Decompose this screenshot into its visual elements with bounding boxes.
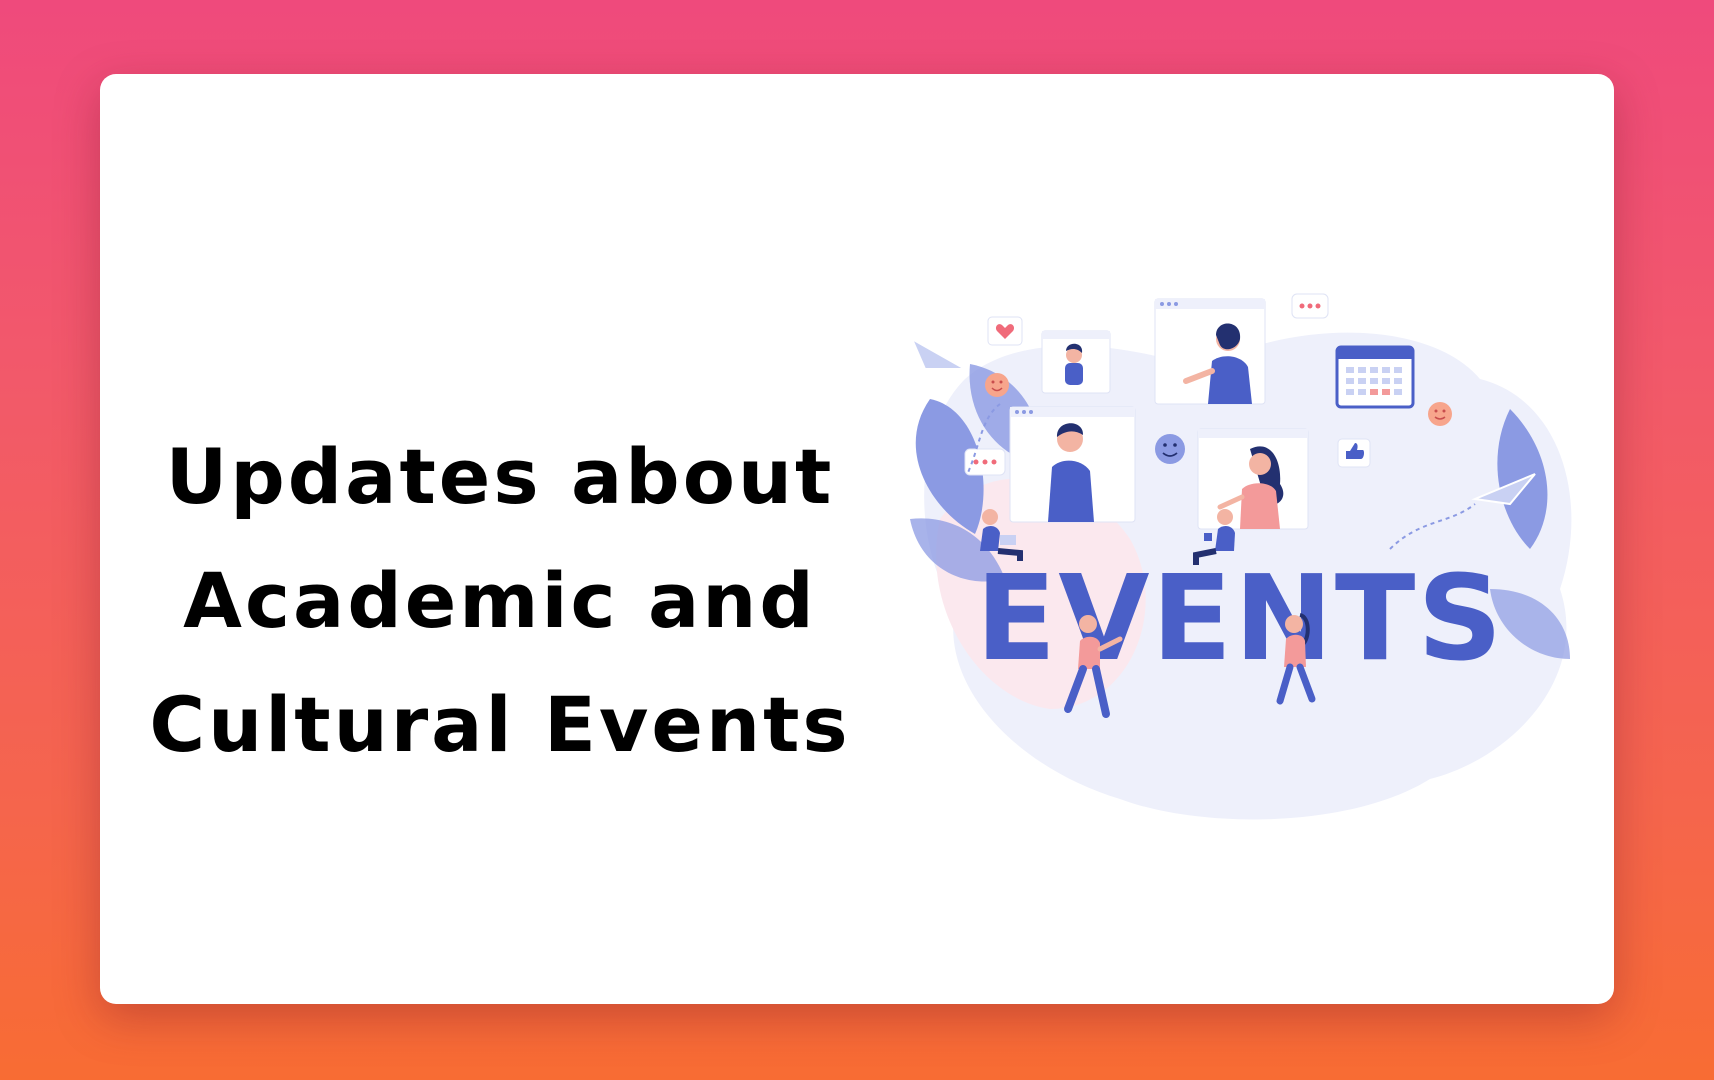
chat-bubble-icon [964, 448, 1006, 476]
headline-line-3: Cultural Events [149, 679, 851, 769]
video-window-2 [1154, 298, 1266, 405]
video-window-1 [1041, 330, 1111, 394]
heart-icon [987, 316, 1023, 346]
headline-line-1: Updates about [165, 431, 835, 521]
thumbs-up-icon [1337, 438, 1371, 468]
headline: Updates about Academic and Cultural Even… [120, 415, 880, 787]
calendar-icon [1335, 345, 1415, 409]
chat-bubble-icon [1291, 293, 1329, 319]
smiley-icon [1155, 434, 1185, 464]
video-window-4 [1197, 428, 1309, 530]
headline-line-2: Academic and [183, 555, 817, 645]
smiley-icon [1428, 402, 1452, 426]
content-card: Updates about Academic and Cultural Even… [100, 74, 1614, 1004]
smiley-icon [985, 373, 1009, 397]
events-word: EVENTS [976, 549, 1505, 687]
video-window-3 [1009, 406, 1136, 523]
paper-plane-icon [909, 336, 969, 370]
events-illustration: EVENTS [909, 293, 1572, 820]
